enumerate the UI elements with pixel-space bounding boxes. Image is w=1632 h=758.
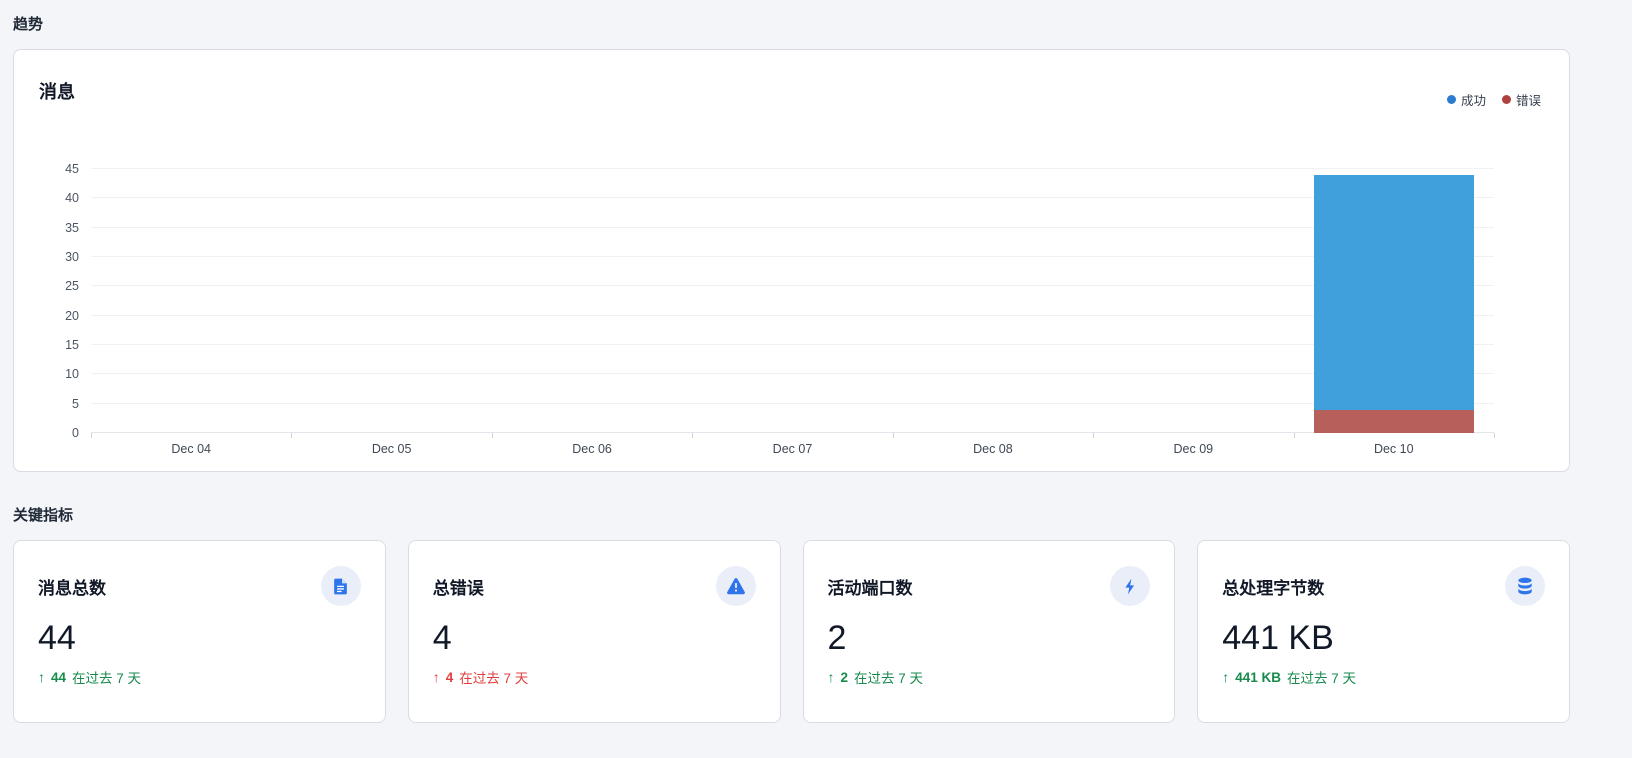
legend-item-error[interactable]: 错误 <box>1502 90 1541 109</box>
y-tick-label: 0 <box>72 426 79 440</box>
trend-indicator: ↑ 2 在过去 7 天 <box>828 667 1151 687</box>
metric-value: 2 <box>828 620 1151 657</box>
x-axis-tick <box>291 433 292 438</box>
messages-chart-card: 消息 成功 错误 0 5 10 15 20 25 30 35 40 45 Dec 04Dec 05… <box>13 49 1570 472</box>
trend-indicator: ↑ 441 KB 在过去 7 天 <box>1222 667 1545 687</box>
metrics-heading: 关键指标 <box>13 504 1570 525</box>
trend-period: 在过去 7 天 <box>854 667 923 687</box>
metric-title: 总错误 <box>433 566 484 599</box>
metrics-row: 消息总数 44 ↑ 44 在过去 7 天 <box>13 540 1570 723</box>
bar-segment-错误[interactable] <box>1314 410 1474 433</box>
x-tick-label: Dec 09 <box>1093 442 1293 456</box>
trend-up-arrow-icon: ↑ <box>38 669 45 685</box>
x-tick-label: Dec 08 <box>893 442 1093 456</box>
x-axis-tick <box>492 433 493 438</box>
y-tick-label: 10 <box>65 367 79 381</box>
legend-label: 成功 <box>1461 90 1486 109</box>
trend-period: 在过去 7 天 <box>72 667 141 687</box>
metric-card-total-messages[interactable]: 消息总数 44 ↑ 44 在过去 7 天 <box>13 540 386 723</box>
y-tick-label: 20 <box>65 309 79 323</box>
trend-up-arrow-icon: ↑ <box>828 669 835 685</box>
bars-layer <box>91 169 1494 433</box>
y-tick-label: 5 <box>72 397 79 411</box>
y-tick-label: 45 <box>65 162 79 176</box>
trends-heading: 趋势 <box>13 13 1570 34</box>
chart-title: 消息 <box>39 78 75 104</box>
metric-value: 44 <box>38 620 361 657</box>
lightning-icon <box>1110 566 1150 606</box>
bar-group <box>1093 169 1293 433</box>
bar-group <box>492 169 692 433</box>
bar-group <box>893 169 1093 433</box>
trend-period: 在过去 7 天 <box>1287 667 1356 687</box>
bar-group <box>692 169 892 433</box>
y-axis: 051015202530354045 <box>39 169 91 433</box>
y-tick-label: 40 <box>65 191 79 205</box>
trend-value: 2 <box>841 670 849 685</box>
file-text-icon <box>321 566 361 606</box>
database-icon <box>1505 566 1545 606</box>
x-tick-label: Dec 10 <box>1294 442 1494 456</box>
x-axis-tick <box>1093 433 1094 438</box>
trend-indicator: ↑ 44 在过去 7 天 <box>38 667 361 687</box>
metric-value: 4 <box>433 620 756 657</box>
alert-triangle-icon <box>716 566 756 606</box>
trend-value: 44 <box>51 670 66 685</box>
trend-up-arrow-icon: ↑ <box>433 669 440 685</box>
metric-value: 441 KB <box>1222 620 1545 657</box>
metric-card-active-ports[interactable]: 活动端口数 2 ↑ 2 在过去 7 天 <box>803 540 1176 723</box>
legend-item-success[interactable]: 成功 <box>1447 90 1486 109</box>
chart-plot <box>91 169 1494 433</box>
metric-card-total-bytes[interactable]: 总处理字节数 441 KB ↑ 441 KB 在过去 7 天 <box>1197 540 1570 723</box>
trend-period: 在过去 7 天 <box>459 667 528 687</box>
plot-column: Dec 04Dec 05Dec 06Dec 07Dec 08Dec 09Dec … <box>91 169 1494 465</box>
x-axis-tick <box>1494 433 1495 438</box>
legend-label: 错误 <box>1516 90 1541 109</box>
x-axis-tick <box>91 433 92 438</box>
trend-up-arrow-icon: ↑ <box>1222 669 1229 685</box>
chart-legend: 成功 错误 <box>1447 78 1541 109</box>
y-tick-label: 15 <box>65 338 79 352</box>
trend-indicator: ↑ 4 在过去 7 天 <box>433 667 756 687</box>
x-tick-label: Dec 07 <box>692 442 892 456</box>
trend-value: 4 <box>446 670 454 685</box>
x-tick-label: Dec 06 <box>492 442 692 456</box>
x-axis-tick <box>893 433 894 438</box>
success-legend-dot-icon <box>1447 95 1456 104</box>
y-tick-label: 30 <box>65 250 79 264</box>
chart-area: 051015202530354045 Dec 04Dec 05Dec 06Dec… <box>39 169 1494 465</box>
bar-group <box>291 169 491 433</box>
metric-title: 消息总数 <box>38 566 106 599</box>
error-legend-dot-icon <box>1502 95 1511 104</box>
x-tick-label: Dec 05 <box>291 442 491 456</box>
metric-card-total-errors[interactable]: 总错误 4 ↑ 4 在过去 7 天 <box>408 540 781 723</box>
y-tick-label: 25 <box>65 279 79 293</box>
chart-header: 消息 成功 错误 <box>14 50 1569 109</box>
x-axis-tick <box>692 433 693 438</box>
bar-group <box>91 169 291 433</box>
y-tick-label: 35 <box>65 221 79 235</box>
x-axis: Dec 04Dec 05Dec 06Dec 07Dec 08Dec 09Dec … <box>91 433 1494 465</box>
x-tick-label: Dec 04 <box>91 442 291 456</box>
dashboard-page: 趋势 消息 成功 错误 051015202530354045 Dec 04Dec… <box>0 0 1632 723</box>
x-axis-tick <box>1294 433 1295 438</box>
trend-value: 441 KB <box>1235 670 1281 685</box>
metric-title: 总处理字节数 <box>1222 566 1324 599</box>
bar-group <box>1294 169 1494 433</box>
metric-title: 活动端口数 <box>828 566 913 599</box>
bar-segment-成功[interactable] <box>1314 175 1474 410</box>
